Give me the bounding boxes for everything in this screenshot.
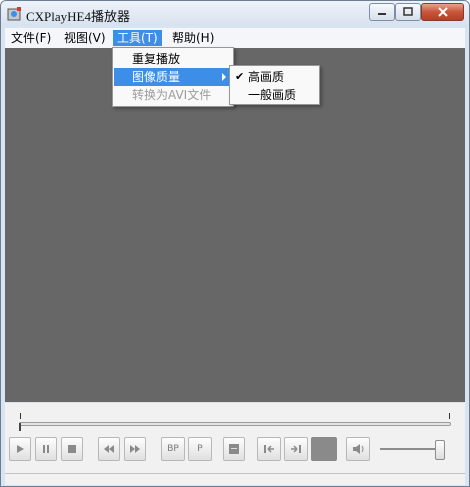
close-icon xyxy=(437,7,448,17)
close-button[interactable] xyxy=(421,3,464,21)
checkmark-icon: ✔ xyxy=(235,70,245,83)
seek-start-tick xyxy=(20,413,21,419)
skip-forward-icon xyxy=(291,445,301,453)
menu-item-image-quality-label: 图像质量 xyxy=(132,70,181,84)
submenu-item-normal-quality[interactable]: 一般画质 xyxy=(231,86,318,104)
window-title: CXPlayHE4播放器 xyxy=(26,9,131,24)
seek-end-tick xyxy=(449,413,450,419)
quality-submenu: ✔ 高画质 一般画质 xyxy=(229,65,320,105)
minimize-icon xyxy=(378,13,386,15)
fast-forward-button[interactable] xyxy=(124,437,146,461)
app-icon xyxy=(7,6,23,22)
stop-icon xyxy=(68,445,76,453)
title-bar[interactable]: CXPlayHE4播放器 xyxy=(1,1,469,26)
control-panel: BP P xyxy=(5,403,465,473)
menu-tools[interactable]: 工具(T) xyxy=(113,30,162,46)
menu-item-repeat-play[interactable]: 重复播放 xyxy=(114,50,232,68)
pause-icon xyxy=(43,445,49,453)
play-icon xyxy=(17,445,24,453)
volume-track[interactable] xyxy=(380,448,440,450)
submenu-arrow-icon xyxy=(222,73,226,81)
submenu-item-high-quality-label: 高画质 xyxy=(248,70,285,84)
seek-bar[interactable] xyxy=(19,422,451,426)
speaker-icon xyxy=(353,444,364,454)
seek-thumb[interactable] xyxy=(19,423,21,431)
bp-button[interactable]: BP xyxy=(161,437,185,461)
volume-thumb[interactable] xyxy=(435,440,445,460)
display-panel xyxy=(311,437,337,461)
p-button[interactable]: P xyxy=(188,437,212,461)
pause-button[interactable] xyxy=(35,437,57,461)
maximize-button[interactable] xyxy=(395,3,421,21)
menu-help[interactable]: 帮助(H) xyxy=(168,30,218,46)
screen-icon xyxy=(229,444,239,454)
screen-button[interactable] xyxy=(223,437,245,461)
menu-item-convert-avi: 转换为AVI文件 xyxy=(132,88,212,102)
menu-view[interactable]: 视图(V) xyxy=(60,30,110,46)
skip-forward-button[interactable] xyxy=(284,437,308,461)
minimize-button[interactable] xyxy=(369,3,395,21)
tools-dropdown-menu: 重复播放 图像质量 转换为AVI文件 xyxy=(112,47,234,107)
rewind-icon xyxy=(104,445,114,453)
fast-forward-icon xyxy=(130,445,140,453)
rewind-button[interactable] xyxy=(98,437,120,461)
menu-item-image-quality[interactable]: 图像质量 xyxy=(114,68,232,86)
skip-back-icon xyxy=(264,445,274,453)
skip-back-button[interactable] xyxy=(257,437,281,461)
stop-button[interactable] xyxy=(61,437,83,461)
submenu-item-high-quality[interactable]: ✔ 高画质 xyxy=(231,68,318,86)
volume-button[interactable] xyxy=(346,437,370,461)
menu-bar: 文件(F) 视图(V) 工具(T) 帮助(H) xyxy=(5,28,465,48)
menu-file[interactable]: 文件(F) xyxy=(7,30,55,46)
play-button[interactable] xyxy=(9,437,31,461)
maximize-icon xyxy=(403,7,413,16)
status-bar xyxy=(5,473,465,485)
